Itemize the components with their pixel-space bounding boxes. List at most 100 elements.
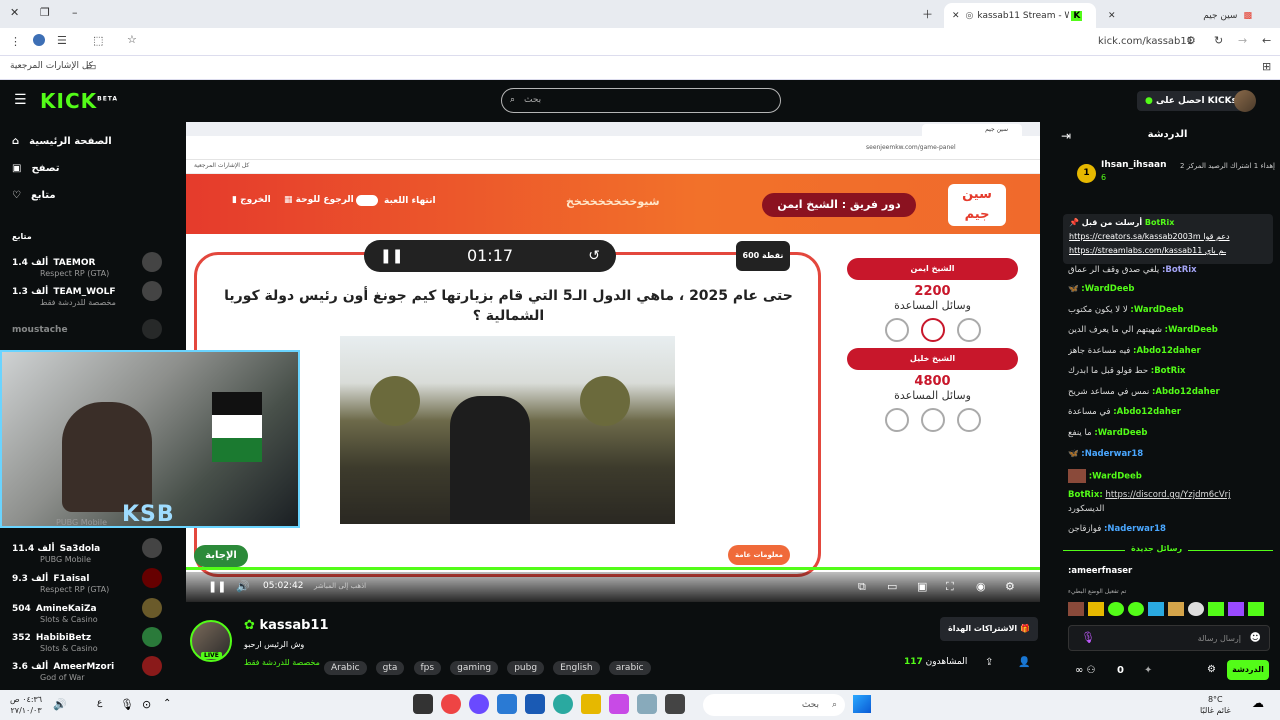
search-input[interactable]: ⌕ بحث bbox=[501, 88, 781, 113]
emote-icon[interactable] bbox=[1228, 602, 1244, 616]
restore-window-icon[interactable]: ❐ bbox=[40, 6, 50, 19]
pinned-user[interactable]: BotRix bbox=[1145, 218, 1174, 227]
chat-input[interactable]: 🎙 إرسال رسالة ☻ bbox=[1068, 625, 1270, 651]
back-icon[interactable]: ← bbox=[1262, 34, 1271, 47]
taskbar-clock[interactable]: ٠٤:٣٦ ص ٢٧/١٠/٠٣ bbox=[10, 694, 42, 716]
edge-icon[interactable] bbox=[553, 694, 573, 714]
app-icon[interactable] bbox=[413, 694, 433, 714]
swap-question-icon[interactable] bbox=[884, 408, 909, 432]
hand-raise-icon[interactable] bbox=[956, 318, 981, 342]
new-tab-icon[interactable]: ＋ bbox=[922, 6, 933, 22]
emote-icon[interactable] bbox=[1188, 602, 1204, 616]
gift-subs-button[interactable]: الاشتراكات الهداة 🎁 bbox=[940, 617, 1038, 641]
channel-moustache[interactable]: moustache bbox=[12, 317, 162, 343]
channel-habibibetz[interactable]: 352 HabibiBetz Slots & Casino bbox=[12, 625, 162, 653]
chat-username[interactable]: WardDeeb: bbox=[1165, 325, 1218, 335]
answer-button[interactable]: الإجابة bbox=[194, 545, 248, 567]
quality-icon[interactable]: ◉ bbox=[976, 580, 986, 593]
settings-gear-icon[interactable]: ⚙ bbox=[1005, 580, 1015, 593]
weather-widget[interactable]: 8°C غائم غالبًا bbox=[1200, 694, 1231, 716]
pinned-link[interactable]: https://creators.sa/kassab2003m دعم قوا bbox=[1069, 232, 1265, 241]
video-player[interactable]: سين جيم seenjeemkw.com/game-panel كل الإ… bbox=[186, 122, 1040, 602]
chat-username[interactable]: WardDeeb: bbox=[1089, 472, 1142, 482]
swap-question-icon[interactable] bbox=[884, 318, 909, 342]
close-tab-icon[interactable]: ✕ bbox=[952, 11, 960, 21]
pause-icon[interactable]: ❚❚ bbox=[208, 580, 226, 593]
folder-icon[interactable] bbox=[581, 694, 601, 714]
nav-following[interactable]: ♡ متابع bbox=[12, 190, 56, 201]
user-avatar[interactable] bbox=[1234, 90, 1256, 112]
pause-icon[interactable]: ❚❚ bbox=[380, 240, 403, 272]
chat-username[interactable]: Naderwar18: bbox=[1104, 524, 1166, 534]
chat-settings-icon[interactable]: ⚙ bbox=[1207, 664, 1216, 675]
emote-icon[interactable] bbox=[1248, 602, 1264, 616]
tag-chip[interactable]: arabic bbox=[608, 661, 651, 675]
app-icon[interactable] bbox=[497, 694, 517, 714]
extensions-icon[interactable]: ⬚ bbox=[93, 34, 103, 47]
clip-icon[interactable]: ⧉ bbox=[858, 580, 866, 594]
tag-chip[interactable]: gta bbox=[375, 661, 405, 675]
tag-chip[interactable]: gaming bbox=[450, 661, 499, 675]
tab-kassab11[interactable]: ✕ ◎ kassab11 Stream - Watch Li K bbox=[944, 3, 1096, 28]
channel-sa3dola[interactable]: 11.4 ألف Sa3dola PUBG Mobile bbox=[12, 536, 162, 564]
tag-chip[interactable]: Arabic bbox=[324, 661, 367, 675]
get-kicks-button[interactable]: ● احصل على KICKs bbox=[1137, 91, 1245, 111]
all-bookmarks-link[interactable]: كل الإشارات المرجعية bbox=[10, 61, 93, 71]
menu-dots-icon[interactable]: ⋮ bbox=[10, 35, 21, 48]
back-to-board-button[interactable]: ▦ الرجوع للوحة bbox=[284, 195, 354, 205]
emote-picker-icon[interactable]: 🎙 bbox=[1081, 631, 1095, 644]
forward-icon[interactable]: → bbox=[1238, 34, 1247, 47]
chrome-icon[interactable] bbox=[441, 694, 461, 714]
emote-icon[interactable] bbox=[1068, 602, 1084, 616]
app-icon[interactable] bbox=[637, 694, 657, 714]
chat-username[interactable]: Naderwar18: bbox=[1081, 449, 1143, 459]
app-icon[interactable] bbox=[525, 694, 545, 714]
end-game-button[interactable]: انتهاء اللعبة bbox=[356, 195, 436, 206]
chat-username[interactable]: Abdo12daher: bbox=[1133, 346, 1201, 356]
tag-chip[interactable]: English bbox=[553, 661, 600, 675]
network-icon[interactable]: ⊙ bbox=[142, 698, 151, 711]
emote-icon[interactable] bbox=[1088, 602, 1104, 616]
channel-taemor[interactable]: 1.4 ألف TAEMOR Respect RP (GTA) bbox=[12, 250, 162, 278]
microphone-icon[interactable]: 🎙 bbox=[120, 698, 134, 711]
reset-timer-icon[interactable]: ↺ bbox=[588, 240, 600, 272]
close-tab-icon[interactable]: ✕ bbox=[1108, 11, 1116, 21]
follow-user-icon[interactable]: 👤 bbox=[1018, 657, 1030, 668]
pinned-link[interactable]: https://streamlabs.com/kassab11 ـم باي bbox=[1069, 246, 1265, 255]
emote-icon[interactable] bbox=[1108, 602, 1124, 616]
hamburger-menu-icon[interactable]: ☰ bbox=[14, 92, 27, 108]
close-window-icon[interactable]: ✕ bbox=[10, 6, 19, 19]
chat-send-button[interactable]: الدردشة bbox=[1227, 660, 1269, 680]
channel-aminekaiza[interactable]: 504 AmineKaiZa Slots & Casino bbox=[12, 596, 162, 624]
chat-username[interactable]: WardDeeb: bbox=[1081, 284, 1134, 294]
chat-username[interactable]: WardDeeb: bbox=[1094, 428, 1147, 438]
video-progress-bar[interactable] bbox=[186, 567, 1040, 570]
channel-team-wolf[interactable]: 1.3 ألف TEAM_WOLF مخصصة للدردشة فقط bbox=[12, 279, 162, 307]
tray-chevron-icon[interactable]: ⌃ bbox=[163, 698, 171, 709]
nav-browse[interactable]: ▣ تصفح bbox=[12, 163, 59, 174]
chat-username[interactable]: ameerfnaser: bbox=[1068, 566, 1132, 576]
chat-username[interactable]: Abdo12daher: bbox=[1152, 387, 1220, 397]
windows-start-icon[interactable] bbox=[853, 695, 871, 713]
taskbar-search[interactable]: بحث ⌕ bbox=[703, 694, 845, 716]
chat-username[interactable]: BotRix: bbox=[1162, 265, 1197, 275]
reload-icon[interactable]: ↻ bbox=[1214, 34, 1223, 47]
chat-link[interactable]: https://discord.gg/Yzjdm6cVrj bbox=[1105, 490, 1230, 500]
tag-chip[interactable]: pubg bbox=[507, 661, 545, 675]
apps-grid-icon[interactable]: ⊞ bbox=[1262, 60, 1271, 73]
chat-username[interactable]: WardDeeb: bbox=[1130, 305, 1183, 315]
app-icon[interactable] bbox=[609, 694, 629, 714]
kick-logo[interactable]: KICKBETA bbox=[40, 89, 118, 113]
chat-username[interactable]: Abdo12daher: bbox=[1113, 407, 1181, 417]
theater-mode-icon[interactable]: ▭ bbox=[887, 580, 897, 593]
emote-icon[interactable] bbox=[1208, 602, 1224, 616]
nav-home[interactable]: ⌂ الصفحة الرئيسية bbox=[12, 136, 112, 147]
exit-button[interactable]: ▮ الخروج bbox=[232, 195, 271, 205]
go-live-button[interactable]: اذهب إلى المباشر bbox=[314, 582, 366, 590]
speaker-icon[interactable]: 🔊 bbox=[53, 698, 67, 711]
general-info-button[interactable]: معلومات عامة bbox=[728, 545, 790, 565]
share-icon[interactable]: ⇪ bbox=[985, 657, 993, 668]
side-panel-icon[interactable]: ☰ bbox=[57, 34, 67, 47]
call-friend-icon[interactable] bbox=[920, 318, 945, 342]
minimize-window-icon[interactable]: – bbox=[72, 6, 78, 19]
